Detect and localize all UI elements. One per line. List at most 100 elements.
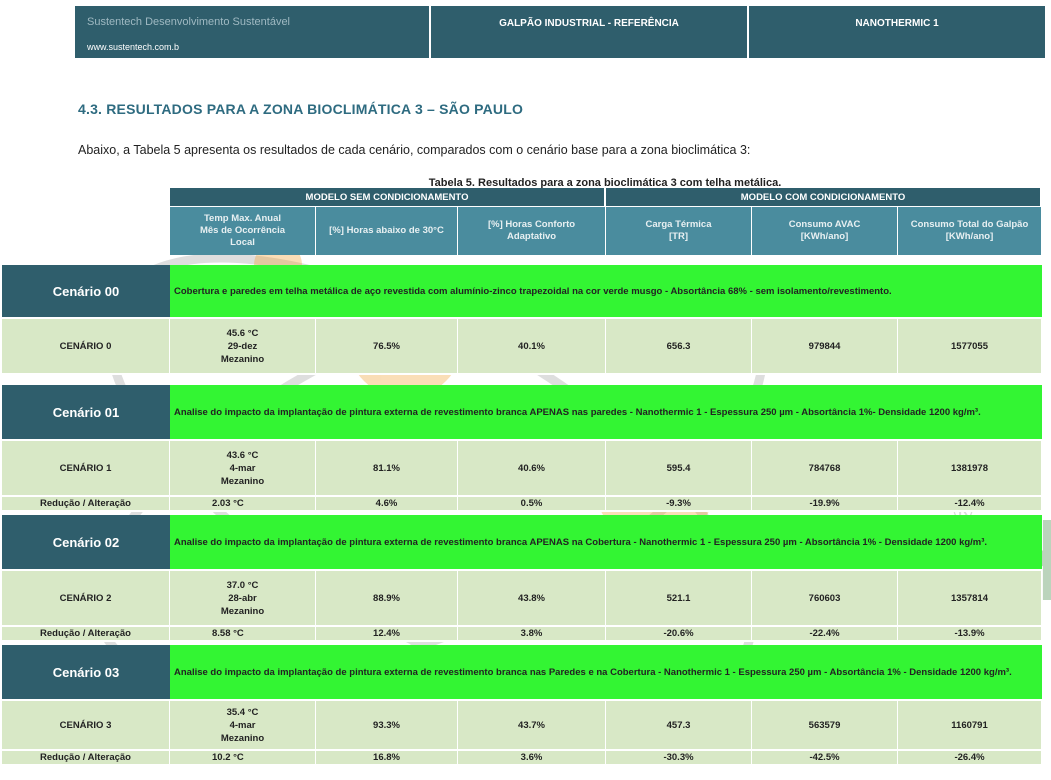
reduction-total: -26.4% xyxy=(898,751,1043,766)
reduction-hours: 4.6% xyxy=(316,497,458,512)
intro-paragraph: Abaixo, a Tabela 5 apresenta os resultad… xyxy=(78,143,751,157)
row-label: CENÁRIO 1 xyxy=(2,441,170,497)
scenario-description: Analise do impacto da implantação de pin… xyxy=(170,385,1043,441)
col-header-hours: [%] Horas abaixo de 30°C xyxy=(316,206,458,255)
comfort-cell: 40.6% xyxy=(458,441,607,497)
corner-cell xyxy=(2,188,170,206)
row-spacer xyxy=(2,255,1042,265)
temp-cell: 37.0 °C 28-abr Mezanino xyxy=(170,571,316,627)
scenario-title: Cenário 02 xyxy=(2,515,170,571)
temp-temp: 45.6 °C xyxy=(226,327,259,339)
comfort-cell: 40.1% xyxy=(458,319,607,375)
reduction-hvac: -19.9% xyxy=(752,497,899,512)
reduction-row: Redução / Alteração 8.58 °C 12.4% 3.8% -20.6… xyxy=(2,627,1043,642)
row-label: CENÁRIO 0 xyxy=(2,319,170,375)
reduction-hvac: -22.4% xyxy=(752,627,899,642)
scenario-title: Cenário 03 xyxy=(2,645,170,701)
section-title: 4.3. RESULTADOS PARA A ZONA BIOCLIMÁTICA… xyxy=(78,101,524,117)
reduction-thermal-load: -20.6% xyxy=(606,627,753,642)
temp-cell: 45.6 °C 29-dez Mezanino xyxy=(170,319,316,375)
results-table: MODELO SEM CONDICIONAMENTO MODELO COM CO… xyxy=(2,188,1043,766)
hvac-cell: 784768 xyxy=(752,441,899,497)
scenario-title: Cenário 01 xyxy=(2,385,170,441)
column-header-row: Temp Max. Anual Mês de Ocorrência Local [%… xyxy=(2,206,1043,255)
reduction-comfort: 0.5% xyxy=(458,497,607,512)
scenario-row: Cenário 02 Analise do impacto da implanta… xyxy=(2,515,1043,571)
reduction-temp: 8.58 °C xyxy=(170,627,316,642)
temp-temp: 35.4 °C xyxy=(226,706,259,718)
temp-cell: 43.6 °C 4-mar Mezanino xyxy=(170,441,316,497)
reduction-hvac: -42.5% xyxy=(752,751,899,766)
col-header-total: Consumo Total do Galpão [KWh/ano] xyxy=(898,206,1043,255)
reduction-label: Redução / Alteração xyxy=(2,751,170,766)
temp-month: 29-dez xyxy=(227,340,258,352)
hvac-cell: 760603 xyxy=(752,571,899,627)
hvac-cell: 563579 xyxy=(752,701,899,751)
comfort-cell: 43.8% xyxy=(458,571,607,627)
total-cell: 1160791 xyxy=(898,701,1043,751)
header-company-cell: Sustentech Desenvolvimento Sustentável w… xyxy=(75,6,431,58)
corner-cell xyxy=(2,206,170,255)
header-product: NANOTHERMIC 1 xyxy=(749,6,1045,58)
scenario-description: Analise do impacto da implantação de pin… xyxy=(170,645,1043,701)
table-row: CENÁRIO 0 45.6 °C 29-dez Mezanino 76.5% 40.1%… xyxy=(2,319,1043,375)
table-row: CENÁRIO 2 37.0 °C 28-abr Mezanino 88.9% 43.8%… xyxy=(2,571,1043,627)
group-header-conditioned: MODELO COM CONDICIONAMENTO xyxy=(606,188,1043,206)
scenario-description: Cobertura e paredes em telha metálica de… xyxy=(170,265,1043,319)
reduction-total: -12.4% xyxy=(898,497,1043,512)
temp-local: Mezanino xyxy=(220,732,265,744)
reduction-thermal-load: -9.3% xyxy=(606,497,753,512)
temp-month: 4-mar xyxy=(229,719,256,731)
table-row: CENÁRIO 1 43.6 °C 4-mar Mezanino 81.1% 40.6% 5… xyxy=(2,441,1043,497)
reduction-label: Redução / Alteração xyxy=(2,497,170,512)
reduction-comfort: 3.8% xyxy=(458,627,607,642)
temp-local: Mezanino xyxy=(220,353,265,365)
scenario-description: Analise do impacto da implantação de pin… xyxy=(170,515,1043,571)
group-header-unconditioned: MODELO SEM CONDICIONAMENTO xyxy=(170,188,607,206)
temp-month: 4-mar xyxy=(229,462,256,474)
scenario-row: Cenário 00 Cobertura e paredes em telha m… xyxy=(2,265,1043,319)
col-header-thermal-load: Carga Térmica [TR] xyxy=(606,206,753,255)
thermal-load-cell: 457.3 xyxy=(606,701,753,751)
hours-below-30-cell: 93.3% xyxy=(316,701,458,751)
reduction-thermal-load: -30.3% xyxy=(606,751,753,766)
reduction-label: Redução / Alteração xyxy=(2,627,170,642)
reduction-hours: 16.8% xyxy=(316,751,458,766)
scenario-row: Cenário 01 Analise do impacto da implanta… xyxy=(2,385,1043,441)
hours-below-30-cell: 76.5% xyxy=(316,319,458,375)
total-cell: 1577055 xyxy=(898,319,1043,375)
row-label: CENÁRIO 2 xyxy=(2,571,170,627)
col-header-temp: Temp Max. Anual Mês de Ocorrência Local xyxy=(170,206,316,255)
temp-local: Mezanino xyxy=(220,475,265,487)
total-cell: 1357814 xyxy=(898,571,1043,627)
reduction-total: -13.9% xyxy=(898,627,1043,642)
reduction-temp: 10.2 °C xyxy=(170,751,316,766)
reduction-temp: 2.03 °C xyxy=(170,497,316,512)
hvac-cell: 979844 xyxy=(752,319,899,375)
comfort-cell: 43.7% xyxy=(458,701,607,751)
scenario-title: Cenário 00 xyxy=(2,265,170,319)
thermal-load-cell: 521.1 xyxy=(606,571,753,627)
col-header-comfort: [%] Horas Conforto Adaptativo xyxy=(458,206,607,255)
temp-month: 28-abr xyxy=(228,592,257,604)
temp-cell: 35.4 °C 4-mar Mezanino xyxy=(170,701,316,751)
thermal-load-cell: 656.3 xyxy=(606,319,753,375)
reduction-hours: 12.4% xyxy=(316,627,458,642)
col-header-hvac: Consumo AVAC [KWh/ano] xyxy=(752,206,899,255)
row-label: CENÁRIO 3 xyxy=(2,701,170,751)
company-website: www.sustentech.com.b xyxy=(87,42,180,52)
company-name: Sustentech Desenvolvimento Sustentável xyxy=(87,16,291,28)
hours-below-30-cell: 81.1% xyxy=(316,441,458,497)
scenario-row: Cenário 03 Analise do impacto da implanta… xyxy=(2,645,1043,701)
temp-temp: 43.6 °C xyxy=(226,449,259,461)
thermal-load-cell: 595.4 xyxy=(606,441,753,497)
total-cell: 1381978 xyxy=(898,441,1043,497)
group-header-row: MODELO SEM CONDICIONAMENTO MODELO COM CO… xyxy=(2,188,1043,206)
row-spacer xyxy=(2,375,1042,385)
temp-temp: 37.0 °C xyxy=(226,579,259,591)
reduction-row: Redução / Alteração 10.2 °C 16.8% 3.6% -30.3… xyxy=(2,751,1043,766)
reduction-row: Redução / Alteração 2.03 °C 4.6% 0.5% -9.3% -… xyxy=(2,497,1043,512)
reduction-comfort: 3.6% xyxy=(458,751,607,766)
header-reference: GALPÃO INDUSTRIAL - REFERÊNCIA xyxy=(431,6,749,58)
document-header: Sustentech Desenvolvimento Sustentável w… xyxy=(75,6,1045,58)
